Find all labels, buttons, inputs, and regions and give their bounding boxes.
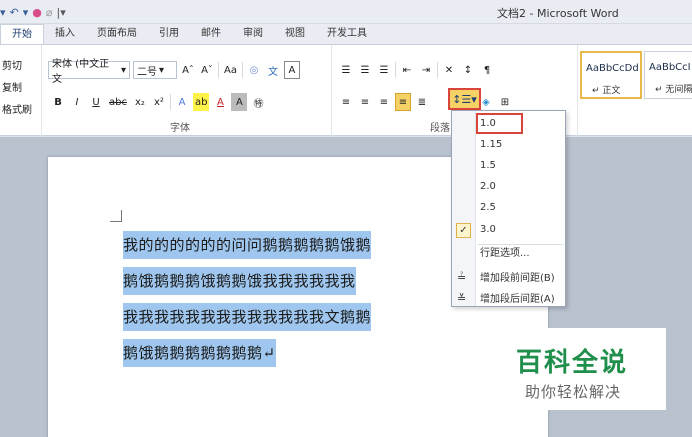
grow-font-button[interactable]: Aˆ — [180, 61, 196, 79]
style-preview: AaBbCcI — [649, 62, 691, 73]
font-name-value: 宋体 (中文正文 — [52, 59, 110, 85]
style-name: ↵ 无间隔 — [655, 85, 692, 95]
separator — [241, 62, 243, 78]
watermark-subtitle: 助你轻松解决 — [525, 383, 622, 401]
line-spacing-menu: 1.0 1.15 1.5 2.0 2.5 ✓ 3.0 行距选项... ≟ 增加段… — [451, 110, 566, 307]
watermark-title: 百科全说 — [516, 348, 629, 378]
spacing-option-1-0[interactable]: 1.0 — [476, 113, 523, 134]
selected-text[interactable]: 我的的的的的的问问鹅鹅鹅鹅鹅饿鹅 鹅饿鹅鹅鹅饿鹅鹅饿我我我我我我 我我我我我我我… — [123, 227, 483, 371]
superscript-button[interactable]: x² — [151, 93, 167, 111]
bullets-icon[interactable]: ☰ — [338, 61, 354, 79]
chevron-down-icon: ▾ — [120, 64, 126, 76]
tab-developer[interactable]: 开发工具 — [316, 24, 378, 44]
italic-button[interactable]: I — [69, 93, 85, 111]
change-case-button[interactable]: Aa — [222, 61, 239, 79]
align-center-icon[interactable]: ≡ — [357, 93, 373, 111]
font-size-value: 二号 — [137, 66, 157, 78]
chevron-down-icon: ▾ — [159, 64, 165, 76]
strikethrough-button[interactable]: abc — [107, 93, 129, 111]
char-shading-button[interactable]: A — [231, 93, 248, 111]
tab-page-layout[interactable]: 页面布局 — [86, 24, 148, 44]
sort-icon[interactable]: ↕ — [460, 61, 476, 79]
watermark-logo: 百科全说 助你轻松解决 — [506, 328, 666, 410]
underline-button[interactable]: U — [88, 93, 104, 111]
customize-icon[interactable]: |▾ — [57, 6, 66, 19]
distributed-icon[interactable]: ≣ — [414, 93, 430, 111]
style-name: ↵ 正文 — [592, 86, 621, 96]
spacing-option-1-15[interactable]: 1.15 — [452, 134, 565, 155]
word-window: ▾ ↶ ▾ ● ⌀ |▾ 文档2 - Microsoft Word 开始 插入 … — [0, 0, 692, 437]
bold-button[interactable]: B — [50, 93, 66, 111]
tab-view[interactable]: 视图 — [274, 24, 316, 44]
quick-access-toolbar: ▾ ↶ ▾ ● ⌀ |▾ — [0, 4, 66, 20]
show-marks-icon[interactable]: ¶ — [479, 61, 495, 79]
separator — [169, 94, 171, 110]
color-icon[interactable]: ● — [32, 6, 42, 19]
clear-icon[interactable]: ⌀ — [46, 6, 53, 19]
tab-review[interactable]: 审阅 — [232, 24, 274, 44]
phonetic-icon[interactable]: 文 — [265, 61, 281, 79]
tab-mailings[interactable]: 邮件 — [190, 24, 232, 44]
text-effect-icon[interactable]: A — [174, 93, 190, 111]
text-line: 我我我我我我我我我我我我我文鹅鹅 — [123, 303, 372, 331]
paragraph-group-label: 段落 — [430, 123, 450, 134]
line-spacing-icon: ↕☰▾ — [452, 92, 477, 106]
save-icon[interactable]: ▾ — [0, 6, 6, 19]
style-no-spacing[interactable]: AaBbCcI ↵ 无间隔 — [644, 51, 692, 99]
style-normal[interactable]: AaBbCcDd ↵ 正文 — [580, 51, 642, 99]
increase-indent-icon[interactable]: ⇥ — [418, 61, 434, 79]
separator — [437, 62, 438, 78]
multilevel-icon[interactable]: ☰ — [376, 61, 392, 79]
decrease-indent-icon[interactable]: ⇤ — [399, 61, 415, 79]
enclose-char-icon[interactable]: ㊕ — [250, 93, 266, 111]
margin-corner-mark — [110, 210, 122, 222]
char-border-button[interactable]: A — [283, 61, 300, 79]
window-title: 文档2 - Microsoft Word — [497, 7, 619, 20]
add-space-before[interactable]: 增加段前间距(B) — [452, 266, 565, 287]
font-group-label: 字体 — [170, 123, 190, 134]
title-bar: ▾ ↶ ▾ ● ⌀ |▾ 文档2 - Microsoft Word — [0, 0, 692, 24]
add-space-after[interactable]: 增加段后间距(A) — [452, 287, 565, 308]
separator — [395, 62, 396, 78]
menu-separator — [478, 244, 564, 245]
cut-button[interactable]: 剪切 — [2, 57, 22, 72]
styles-gallery: AaBbCcDd ↵ 正文 AaBbCcI ↵ 无间隔 — [580, 51, 692, 99]
spacing-option-2-5[interactable]: 2.5 — [452, 197, 565, 218]
text-line: 我的的的的的的问问鹅鹅鹅鹅鹅饿鹅 — [123, 231, 372, 259]
copy-button[interactable]: 复制 — [2, 79, 22, 94]
spacing-option-1-5[interactable]: 1.5 — [452, 155, 565, 176]
redo-icon[interactable]: ▾ — [23, 6, 29, 19]
tab-home[interactable]: 开始 — [0, 24, 44, 44]
ribbon-tabs: 开始 插入 页面布局 引用 邮件 审阅 视图 开发工具 — [0, 24, 692, 44]
text-line: 鹅饿鹅鹅鹅饿鹅鹅饿我我我我我我 — [123, 267, 356, 295]
shrink-font-button[interactable]: Aˇ — [199, 61, 215, 79]
justify-icon[interactable]: ≡ — [395, 93, 411, 111]
line-spacing-button[interactable]: ↕☰▾ — [448, 88, 481, 110]
font-color-button[interactable]: A — [212, 93, 228, 111]
borders-icon[interactable]: ⊞ — [497, 93, 513, 111]
highlight-icon[interactable]: ab — [192, 93, 210, 111]
align-right-icon[interactable]: ≡ — [376, 93, 392, 111]
tab-insert[interactable]: 插入 — [44, 24, 86, 44]
clear-format-icon[interactable]: ◎ — [246, 61, 262, 79]
font-name-dropdown[interactable]: 宋体 (中文正文 ▾ — [48, 59, 130, 85]
clipboard-group: 剪切 复制 格式刷 — [0, 45, 42, 137]
align-left-icon[interactable]: ≡ — [338, 93, 354, 111]
format-painter-button[interactable]: 格式刷 — [2, 101, 32, 116]
font-size-dropdown[interactable]: 二号 ▾ — [133, 61, 177, 79]
separator — [218, 62, 219, 78]
font-group: 宋体 (中文正文 ▾ 二号 ▾ Aˆ Aˇ Aa ◎ 文 A B I U abc… — [44, 45, 332, 137]
style-preview: AaBbCcDd — [586, 63, 639, 74]
spacing-option-2-0[interactable]: 2.0 — [452, 176, 565, 197]
numbering-icon[interactable]: ☰ — [357, 61, 373, 79]
undo-icon[interactable]: ↶ — [10, 6, 19, 19]
text-line: 鹅饿鹅鹅鹅鹅鹅鹅鹅↵ — [123, 339, 276, 367]
spacing-option-3-0[interactable]: 3.0 — [452, 219, 565, 240]
subscript-button[interactable]: x₂ — [132, 93, 148, 111]
tab-references[interactable]: 引用 — [148, 24, 190, 44]
ribbon: 剪切 复制 格式刷 宋体 (中文正文 ▾ 二号 ▾ Aˆ Aˇ Aa ◎ 文 A… — [0, 44, 692, 137]
chinese-layout-icon[interactable]: ✕ — [441, 61, 457, 79]
